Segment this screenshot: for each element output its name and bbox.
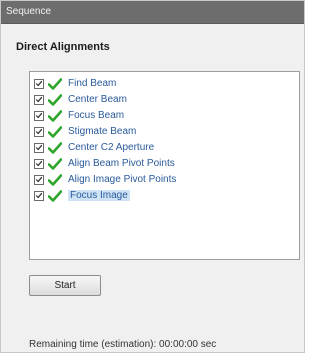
checkbox[interactable]	[34, 78, 44, 89]
checkbox[interactable]	[34, 174, 44, 185]
section-heading: Direct Alignments	[16, 41, 110, 53]
green-check-icon	[47, 109, 63, 122]
list-item-center-beam[interactable]: Center Beam	[34, 92, 127, 107]
list-item-focus-image[interactable]: Focus Image	[34, 188, 130, 203]
green-check-icon	[47, 157, 63, 170]
checkbox[interactable]	[34, 94, 44, 105]
checkbox[interactable]	[34, 190, 44, 201]
start-button[interactable]: Start	[29, 275, 101, 296]
checkbox[interactable]	[34, 158, 44, 169]
list-item-label: Stigmate Beam	[68, 126, 137, 137]
list-item-label: Center Beam	[68, 94, 127, 105]
green-check-icon	[47, 125, 63, 138]
list-item-align-beam-pivot-points[interactable]: Align Beam Pivot Points	[34, 156, 175, 171]
list-item-find-beam[interactable]: Find Beam	[34, 76, 116, 91]
list-item-label: Center C2 Aperture	[68, 142, 155, 153]
green-check-icon	[47, 77, 63, 90]
list-item-label: Align Beam Pivot Points	[68, 158, 175, 169]
checkbox[interactable]	[34, 110, 44, 121]
alignment-list[interactable]: Find Beam Center Beam Focus Beam Stigmat…	[29, 71, 300, 260]
green-check-icon	[47, 189, 63, 202]
list-item-label: Align Image Pivot Points	[68, 174, 177, 185]
list-item-align-image-pivot-points[interactable]: Align Image Pivot Points	[34, 172, 176, 187]
checkbox[interactable]	[34, 142, 44, 153]
list-item-label: Focus Image	[68, 190, 130, 201]
checkbox[interactable]	[34, 126, 44, 137]
list-item-focus-beam[interactable]: Focus Beam	[34, 108, 124, 123]
green-check-icon	[47, 141, 63, 154]
list-item-stigmate-beam[interactable]: Stigmate Beam	[34, 124, 136, 139]
green-check-icon	[47, 93, 63, 106]
sequence-panel: Sequence Direct Alignments Find Beam Cen…	[0, 0, 305, 353]
green-check-icon	[47, 173, 63, 186]
list-item-label: Find Beam	[68, 78, 117, 89]
remaining-time-text: Remaining time (estimation): 00:00:00 se…	[29, 339, 217, 350]
panel-titlebar: Sequence	[1, 1, 304, 24]
list-item-center-c2-aperture[interactable]: Center C2 Aperture	[34, 140, 154, 155]
list-item-label: Focus Beam	[68, 110, 125, 121]
